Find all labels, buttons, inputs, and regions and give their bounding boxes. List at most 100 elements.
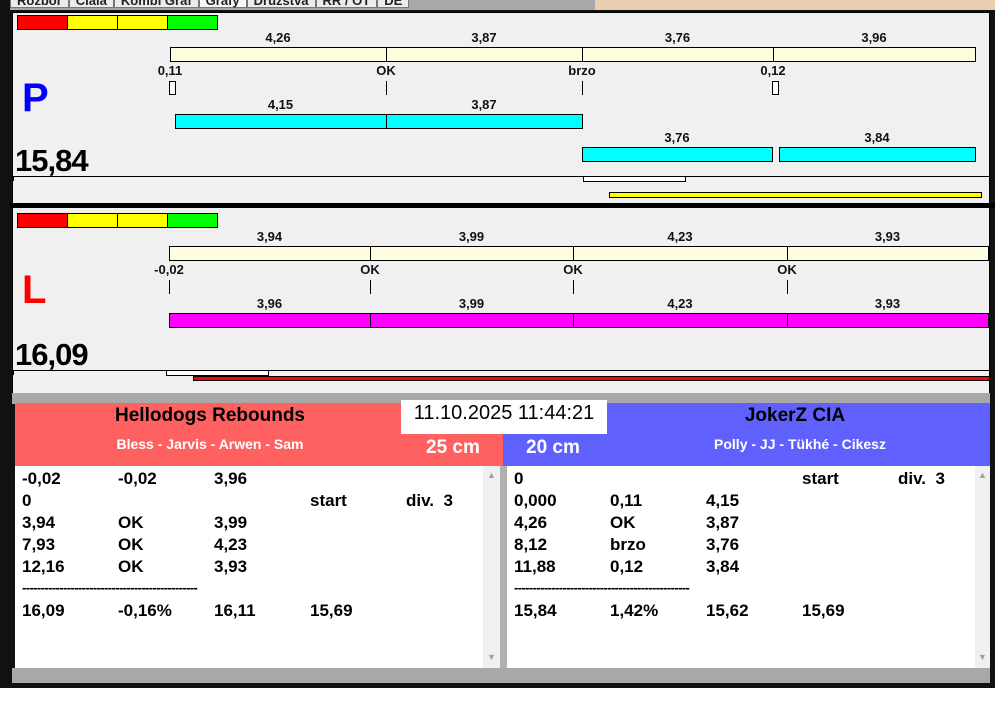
result-cell: 4,26 bbox=[514, 513, 548, 532]
fault-label: 0,12 bbox=[760, 63, 786, 78]
tab-ciala[interactable]: Ciala bbox=[68, 0, 114, 8]
result-cell: 4,15 bbox=[706, 491, 740, 510]
left-team-results: -0,02 -0,02 3,96 0 start div. 3 3,94 OK 3,99 7,93… bbox=[15, 466, 483, 668]
tab-rr-ot[interactable]: RR / OT bbox=[315, 0, 378, 8]
tab-rozbor[interactable]: Rozbor bbox=[10, 0, 69, 8]
result-row: 7,93 OK 4,23 bbox=[15, 535, 483, 557]
right-team-jump-height: 20 cm bbox=[526, 437, 580, 458]
result-cell: start bbox=[802, 469, 839, 488]
scroll-down-icon[interactable]: ▼ bbox=[483, 652, 500, 662]
timeline-l bbox=[13, 370, 990, 371]
status-strip bbox=[12, 668, 990, 683]
splitter[interactable] bbox=[500, 466, 507, 668]
dog-time-label: 4,23 bbox=[667, 296, 693, 311]
lane-letter-l: L bbox=[22, 268, 47, 312]
result-cell: 0,11 bbox=[610, 491, 643, 510]
scroll-up-icon[interactable]: ▲ bbox=[483, 470, 500, 480]
dog-time-segment bbox=[169, 313, 371, 328]
fault-label: 0,11 bbox=[157, 63, 183, 78]
dog-time-label: 4,15 bbox=[267, 97, 294, 112]
dog-time-label: 3,93 bbox=[874, 296, 901, 311]
result-cell: 0,000 bbox=[514, 491, 557, 510]
status-color-block bbox=[67, 213, 118, 228]
right-team-name: JokerZ CIA bbox=[744, 405, 846, 426]
result-cell: -0,02 bbox=[22, 469, 61, 488]
timeline-marker-p bbox=[583, 176, 686, 182]
lane-time-segment bbox=[170, 47, 387, 62]
status-color-block bbox=[67, 15, 118, 30]
timeline-tick bbox=[13, 176, 14, 181]
fault-tick bbox=[582, 81, 583, 95]
result-cell: ----------------------------------------… bbox=[22, 580, 198, 595]
result-cell: 3,94 bbox=[22, 513, 56, 532]
right-team-dogs: Polly - JJ - Tükhé - Cikesz bbox=[714, 436, 886, 452]
tab-bar: Rozbor Ciala Kombi Graf Grafy Družstva R… bbox=[10, 0, 595, 10]
result-cell: 15,84 bbox=[514, 601, 557, 620]
result-cell: 4,23 bbox=[214, 535, 248, 554]
dog-time-segment bbox=[386, 114, 583, 129]
total-time-p: 15,84 bbox=[15, 143, 89, 178]
tab-de[interactable]: DE bbox=[377, 0, 410, 8]
lane-time-label: 4,26 bbox=[265, 30, 291, 45]
dog-time-label: 3,87 bbox=[471, 97, 497, 112]
dog-time-segment bbox=[779, 147, 976, 162]
status-color-block bbox=[117, 15, 168, 30]
fault-tick bbox=[169, 280, 170, 294]
result-cell: start bbox=[310, 491, 347, 510]
progress-line-p bbox=[609, 192, 982, 198]
result-cell: 0 bbox=[22, 491, 32, 510]
result-row: 11,88 0,12 3,84 bbox=[507, 557, 975, 579]
scroll-down-icon[interactable]: ▼ bbox=[975, 652, 990, 662]
lane-time-segment bbox=[582, 47, 774, 62]
lane-time-label: 3,76 bbox=[664, 30, 691, 45]
dog-time-segment bbox=[787, 313, 989, 328]
result-cell: 11,88 bbox=[514, 557, 556, 576]
result-cell: 12,16 bbox=[22, 557, 65, 576]
status-color-block bbox=[17, 15, 69, 30]
result-cell: OK bbox=[610, 513, 636, 532]
result-cell: div. 3 bbox=[898, 469, 945, 488]
lane-time-label: 3,99 bbox=[458, 229, 485, 244]
dog-time-segment bbox=[573, 313, 788, 328]
tab-kombi-graf[interactable]: Kombi Graf bbox=[113, 0, 199, 8]
right-scrollbar[interactable]: ▲ ▼ bbox=[975, 466, 990, 668]
status-color-block bbox=[17, 213, 69, 228]
lane-time-label: 4,23 bbox=[667, 229, 693, 244]
result-cell: 1,42% bbox=[610, 601, 659, 620]
result-row: 3,94 OK 3,99 bbox=[15, 513, 483, 535]
result-cell: OK bbox=[118, 535, 144, 554]
progress-line-l bbox=[193, 376, 990, 381]
result-cell: 3,93 bbox=[214, 557, 248, 576]
status-color-block bbox=[117, 213, 168, 228]
lane-time-segment bbox=[169, 246, 371, 261]
fault-tick bbox=[787, 280, 788, 294]
result-row: 0 start div. 3 bbox=[507, 469, 975, 491]
fault-label: OK bbox=[777, 262, 797, 277]
lane-time-segment bbox=[386, 47, 583, 62]
lane-time-segment bbox=[370, 246, 574, 261]
result-cell: OK bbox=[118, 557, 144, 576]
fault-label: -0,02 bbox=[154, 262, 184, 277]
result-cell: 3,87 bbox=[706, 513, 740, 532]
lane-letter-p: P bbox=[22, 76, 49, 120]
left-team-name: Hellodogs Rebounds bbox=[115, 405, 305, 426]
fault-marker bbox=[169, 81, 176, 95]
lane-time-segment bbox=[787, 246, 989, 261]
result-cell: div. 3 bbox=[406, 491, 453, 510]
left-scrollbar[interactable]: ▲ ▼ bbox=[483, 466, 500, 668]
result-row: 0,000 0,11 4,15 bbox=[507, 491, 975, 513]
tab-druzstva[interactable]: Družstva bbox=[246, 0, 316, 8]
lane-time-label: 3,94 bbox=[256, 229, 283, 244]
right-team-results: 0 start div. 3 0,000 0,11 4,15 4,26 OK 3,87 8,12 b… bbox=[507, 466, 975, 668]
result-cell: ----------------------------------------… bbox=[514, 580, 690, 595]
result-row: 4,26 OK 3,87 bbox=[507, 513, 975, 535]
tab-grafy[interactable]: Grafy bbox=[198, 0, 247, 8]
lane-time-label: 3,87 bbox=[471, 30, 497, 45]
dog-time-label: 3,76 bbox=[664, 130, 690, 145]
fault-tick bbox=[573, 280, 574, 294]
result-cell: -0,16% bbox=[118, 601, 172, 620]
fault-marker bbox=[772, 81, 779, 95]
scroll-up-icon[interactable]: ▲ bbox=[975, 470, 990, 480]
result-cell: 15,62 bbox=[706, 601, 749, 620]
total-time-l: 16,09 bbox=[15, 337, 89, 372]
